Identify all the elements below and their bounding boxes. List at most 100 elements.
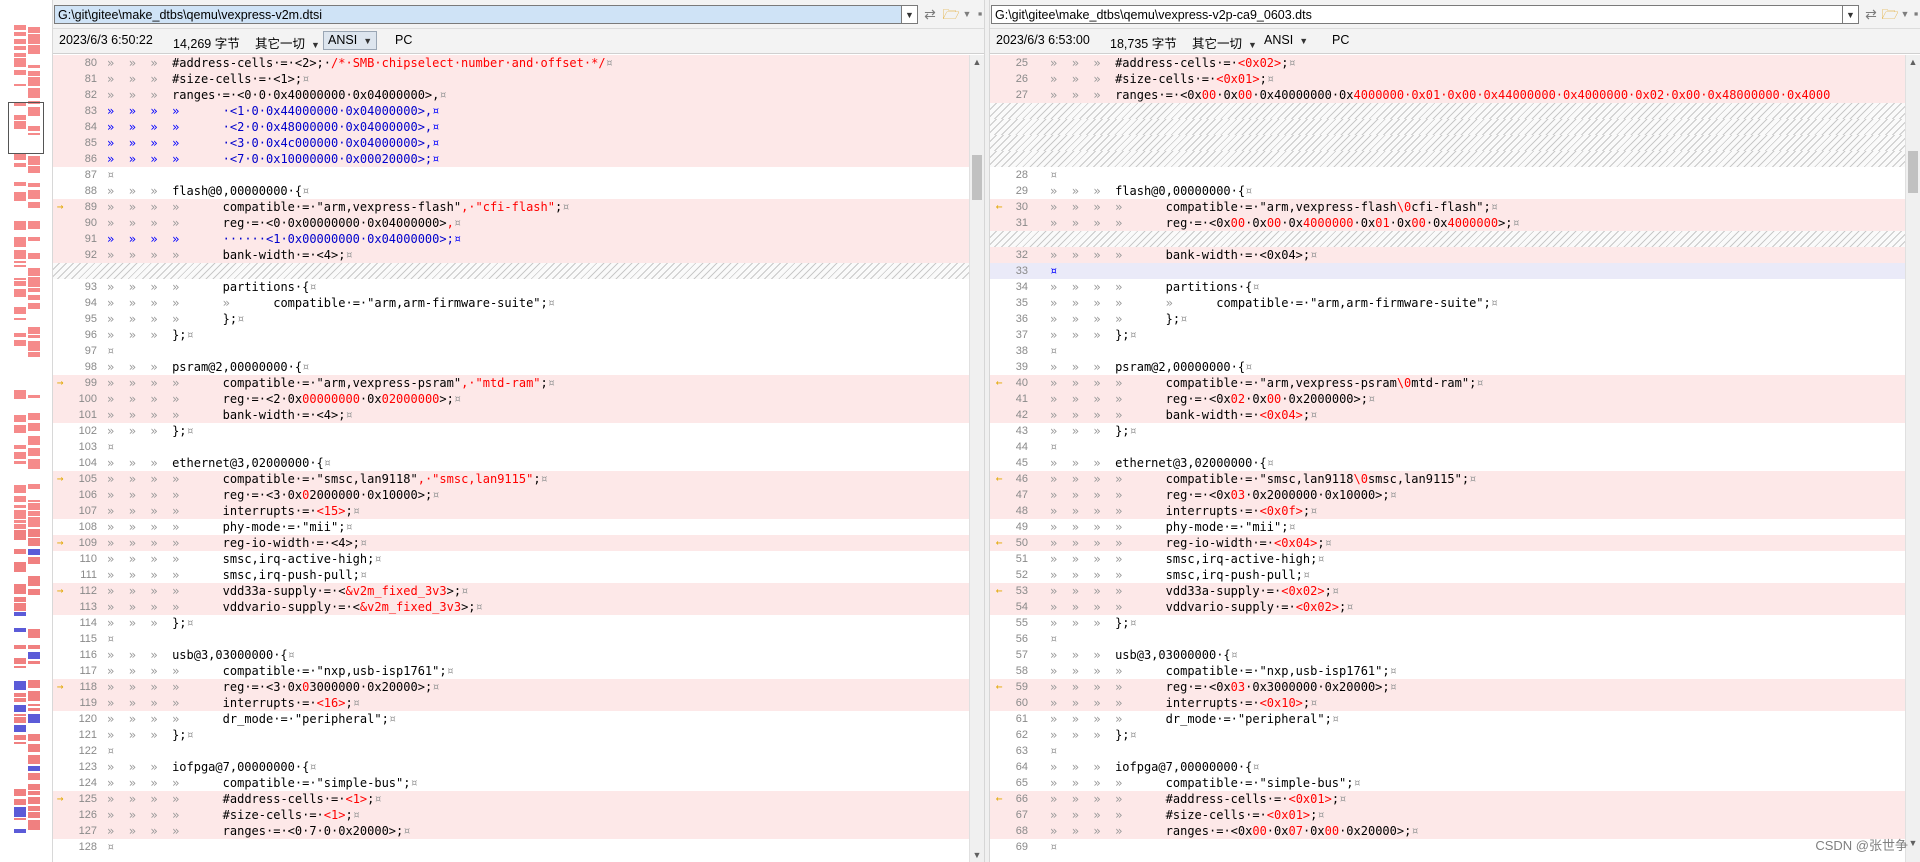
code-line[interactable]: 106 » » » » reg·=·<3·0x02000000·0x10000>;… (53, 487, 969, 503)
code-line[interactable]: 104 » » » ethernet@3,02000000·{¤ (53, 455, 969, 471)
code-line[interactable]: 60 » » » » interrupts·=·<0x10>;¤ (990, 695, 1905, 711)
right-filter-select[interactable]: 其它一切 ▼ (1192, 33, 1257, 52)
left-save-icon[interactable]: ▪ (971, 5, 984, 23)
right-encoding-select[interactable]: ANSI ▼ (1264, 33, 1308, 47)
code-line[interactable]: ← 66 » » » » #address-cells·=·<0x01>;¤ (990, 791, 1905, 807)
code-line[interactable]: 42 » » » » bank-width·=·<0x04>;¤ (990, 407, 1905, 423)
code-line[interactable]: 34 » » » » partitions·{¤ (990, 279, 1905, 295)
code-line[interactable]: 91 » » » » ······<1·0x00000000·0x04000000… (53, 231, 969, 247)
code-line[interactable]: 32 » » » » bank-width·=·<0x04>;¤ (990, 247, 1905, 263)
scroll-down-icon[interactable]: ▼ (970, 848, 984, 862)
diff-overview-map[interactable] (0, 0, 53, 862)
right-code-view[interactable]: 25» » » #address-cells·=·<0x02>;¤ 26» » »… (990, 55, 1905, 862)
code-line[interactable]: 26 » » » #size-cells·=·<0x01>;¤ (990, 71, 1905, 87)
code-line[interactable]: 29 » » » flash@0,00000000·{¤ (990, 183, 1905, 199)
code-line[interactable]: ← 40 » » » » compatible·=·"arm,vexpress-ps… (990, 375, 1905, 391)
code-line[interactable]: → 118» » » » reg·=·<3·0x03000000·0x20000>… (53, 679, 969, 695)
code-line[interactable]: 47 » » » » reg·=·<0x03·0x2000000·0x10000>… (990, 487, 1905, 503)
code-line[interactable]: 67 » » » » #size-cells·=·<0x01>;¤ (990, 807, 1905, 823)
code-line[interactable]: 117 » » » » compatible·=·"nxp,usb-isp1761… (53, 663, 969, 679)
code-line[interactable]: 122 ¤ (53, 743, 969, 759)
left-swap-icon[interactable]: ⇄ (921, 5, 939, 23)
code-line[interactable]: 41 » » » » reg·=·<0x02·0x00·0x2000000>;¤ (990, 391, 1905, 407)
code-line[interactable]: 49 » » » » phy-mode·=·"mii";¤ (990, 519, 1905, 535)
code-line[interactable]: 113 » » » » vddvario-supply·=·<&v2m_fixed… (53, 599, 969, 615)
code-line[interactable]: → 109» » » » reg-io-width·=·<4>;¤ (53, 535, 969, 551)
diff-gap-line[interactable] (990, 103, 1905, 119)
diff-gap-line[interactable] (990, 231, 1905, 247)
left-code-view[interactable]: 80 » » » #address-cells·=·<2>;·/*·SMB·chi… (53, 55, 969, 862)
code-line[interactable]: 62 » » » };¤ (990, 727, 1905, 743)
diff-gap-line[interactable] (53, 263, 969, 279)
code-line[interactable]: → 112» » » » vdd33a-supply·=·<&v2m_fixed_… (53, 583, 969, 599)
code-line[interactable]: 43 » » » };¤ (990, 423, 1905, 439)
code-line[interactable]: 48 » » » » interrupts·=·<0x0f>;¤ (990, 503, 1905, 519)
code-line[interactable]: 87 ¤ (53, 167, 969, 183)
code-line[interactable]: 96 » » » };¤ (53, 327, 969, 343)
code-line[interactable]: 110 » » » » smsc,irq-active-high;¤ (53, 551, 969, 567)
diff-gap-line[interactable] (990, 151, 1905, 167)
code-line[interactable]: 68» » » » ranges·=·<0x00·0x07·0x00·0x200… (990, 823, 1905, 839)
code-line[interactable]: 44 ¤ (990, 439, 1905, 455)
code-line[interactable]: 123 » » » iofpga@7,00000000·{¤ (53, 759, 969, 775)
diff-gap-line[interactable] (990, 119, 1905, 135)
code-line[interactable]: 126 » » » » #size-cells·=·<1>;¤ (53, 807, 969, 823)
code-line[interactable]: 124 » » » » compatible·=·"simple-bus";¤ (53, 775, 969, 791)
code-line[interactable]: 127 » » » » ranges·=·<0·7·0·0x20000>;¤ (53, 823, 969, 839)
diff-gap-line[interactable] (990, 135, 1905, 151)
code-line[interactable]: 101 » » » » bank-width·=·<4>;¤ (53, 407, 969, 423)
code-line[interactable]: ← 59 » » » » reg·=·<0x03·0x3000000·0x20000… (990, 679, 1905, 695)
code-line[interactable]: 52 » » » » smsc,irq-push-pull;¤ (990, 567, 1905, 583)
left-vertical-scrollbar[interactable]: ▲ ▼ (969, 55, 984, 862)
code-line[interactable]: 39 » » » psram@2,00000000·{¤ (990, 359, 1905, 375)
left-line-ending[interactable]: PC (395, 33, 412, 47)
code-line[interactable]: ← 30 » » » » compatible·=·"arm,vexpress-fl… (990, 199, 1905, 215)
code-line[interactable]: 45 » » » ethernet@3,02000000·{¤ (990, 455, 1905, 471)
code-line[interactable]: 83 » » » » ·<1·0·0x44000000·0x04000000>,¤ (53, 103, 969, 119)
code-line[interactable]: 57 » » » usb@3,03000000·{¤ (990, 647, 1905, 663)
code-line[interactable]: 88 » » » flash@0,00000000·{¤ (53, 183, 969, 199)
code-line[interactable]: 58 » » » » compatible·=·"nxp,usb-isp1761"… (990, 663, 1905, 679)
code-line[interactable]: 95 » » » » };¤ (53, 311, 969, 327)
code-line[interactable]: 108 » » » » phy-mode·=·"mii";¤ (53, 519, 969, 535)
code-line[interactable]: 36 » » » » };¤ (990, 311, 1905, 327)
code-line[interactable]: 90 » » » » reg·=·<0·0x00000000·0x04000000… (53, 215, 969, 231)
code-line[interactable]: 115 ¤ (53, 631, 969, 647)
code-line[interactable]: 64 » » » iofpga@7,00000000·{¤ (990, 759, 1905, 775)
code-line[interactable]: 114 » » » };¤ (53, 615, 969, 631)
code-line[interactable]: → 99» » » » compatible·=·"arm,vexpress-ps… (53, 375, 969, 391)
right-save-icon[interactable]: ▪ (1907, 5, 1920, 23)
code-line[interactable]: → 125» » » » #address-cells·=·<1>;¤ (53, 791, 969, 807)
code-line[interactable]: 55 » » » };¤ (990, 615, 1905, 631)
code-line[interactable]: 80 » » » #address-cells·=·<2>;·/*·SMB·chi… (53, 55, 969, 71)
left-path-dropdown-button[interactable]: ▼ (902, 5, 918, 24)
code-line[interactable]: 25 » » » #address-cells·=·<0x02>;¤ (990, 55, 1905, 71)
code-line[interactable]: 92 » » » » bank-width·=·<4>;¤ (53, 247, 969, 263)
code-line[interactable]: ← 50 » » » » reg-io-width·=·<0x04>;¤ (990, 535, 1905, 551)
code-line[interactable]: 111 » » » » smsc,irq-push-pull;¤ (53, 567, 969, 583)
code-line[interactable]: 65 » » » » compatible·=·"simple-bus";¤ (990, 775, 1905, 791)
code-line[interactable]: 27» » » ranges·=·<0x00·0x00·0x40000000·0… (990, 87, 1905, 103)
code-line[interactable]: 103 ¤ (53, 439, 969, 455)
code-line[interactable]: 51 » » » » smsc,irq-active-high;¤ (990, 551, 1905, 567)
code-line[interactable]: 102 » » » };¤ (53, 423, 969, 439)
code-line[interactable]: 35 » » » » » compatible·=·"arm,arm-firmwa… (990, 295, 1905, 311)
code-line[interactable]: 61 » » » » dr_mode·=·"peripheral";¤ (990, 711, 1905, 727)
scroll-up-icon[interactable]: ▲ (1906, 55, 1920, 69)
code-line[interactable]: 37 » » » };¤ (990, 327, 1905, 343)
right-scroll-thumb[interactable] (1908, 151, 1918, 193)
code-line[interactable]: 107 » » » » interrupts·=·<15>;¤ (53, 503, 969, 519)
code-line[interactable]: 33 ¤ (990, 263, 1905, 279)
code-line[interactable]: 121 » » » };¤ (53, 727, 969, 743)
overview-viewport-indicator[interactable] (8, 102, 44, 154)
right-vertical-scrollbar[interactable]: ▲ ▼ (1905, 55, 1920, 862)
code-line[interactable]: 119 » » » » interrupts·=·<16>;¤ (53, 695, 969, 711)
left-encoding-select[interactable]: ANSI ▼ (323, 31, 378, 50)
scroll-down-icon[interactable]: ▼ (1906, 836, 1920, 850)
code-line[interactable]: 98 » » » psram@2,00000000·{¤ (53, 359, 969, 375)
right-swap-icon[interactable]: ⇄ (1862, 5, 1880, 23)
left-path-input[interactable]: G:\git\gitee\make_dtbs\qemu\vexpress-v2m… (54, 5, 902, 24)
code-line[interactable]: → 89» » » » compatible·=·"arm,vexpress-fl… (53, 199, 969, 215)
code-line[interactable]: 69 ¤ (990, 839, 1905, 855)
code-line[interactable]: ← 46 » » » » compatible·=·"smsc,lan9118\0s… (990, 471, 1905, 487)
